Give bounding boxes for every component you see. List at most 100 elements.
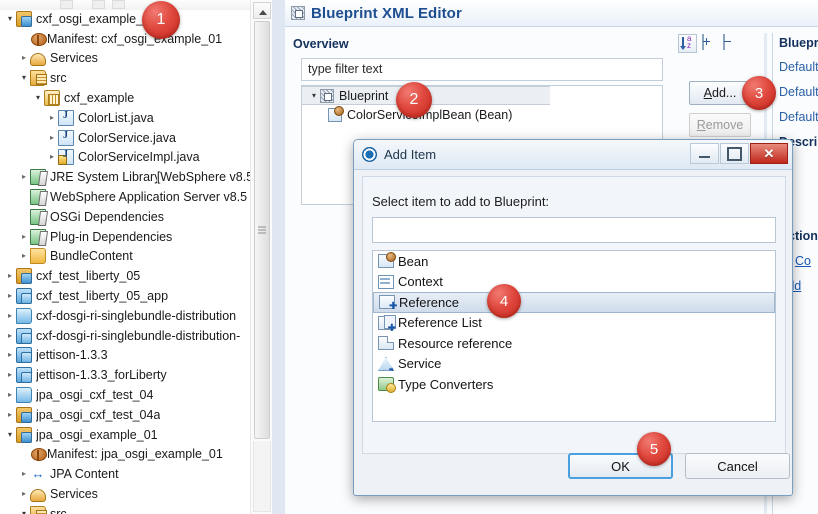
- chevron-right-icon[interactable]: ▸: [18, 232, 30, 241]
- chevron-right-icon[interactable]: ▸: [46, 133, 58, 142]
- collapse-all-button[interactable]: [720, 34, 739, 53]
- tree-item[interactable]: ▸ ColorList.java: [0, 108, 250, 128]
- tree-item[interactable]: ▸ cxf_test_liberty_05_app: [0, 286, 250, 306]
- item-type-label: Type Converters: [398, 376, 494, 392]
- chevron-right-icon[interactable]: ▸: [18, 470, 30, 478]
- chevron-down-icon[interactable]: ▾: [18, 509, 30, 514]
- item-name-input[interactable]: [372, 217, 776, 243]
- tree-item-label: jpa_osgi_example_01: [36, 427, 158, 442]
- screen-root: ▾ cxf_osgi_example_01 Manifest: cxf_osgi_e…: [0, 0, 818, 514]
- bean-icon: [378, 252, 396, 269]
- overview-toolbar: [678, 33, 754, 54]
- tree-item[interactable]: ▾ cxf_osgi_example_01: [0, 9, 250, 29]
- annotation-badge-1: 1: [142, 1, 180, 39]
- component-link[interactable]: Co: [795, 254, 811, 268]
- chevron-right-icon[interactable]: ▸: [4, 410, 16, 419]
- services-icon: [30, 488, 46, 502]
- tree-item[interactable]: ▾ jpa_osgi_example_01: [0, 425, 250, 445]
- package-icon: [44, 90, 60, 107]
- cancel-button[interactable]: Cancel: [685, 453, 790, 479]
- item-type-option[interactable]: Context: [373, 272, 775, 293]
- item-type-option[interactable]: Bean: [373, 251, 775, 272]
- plus-icon: [702, 34, 704, 50]
- tree-item-label: cxf_example: [64, 91, 135, 106]
- sort-alphabetically-button[interactable]: [678, 34, 697, 53]
- item-type-label: Reference List: [398, 315, 482, 331]
- tree-item[interactable]: ▸ jettison-1.3.3_forLiberty: [0, 365, 250, 385]
- tree-item[interactable]: ▸ cxf-dosgi-ri-singlebundle-distribution: [0, 306, 250, 326]
- item-type-list[interactable]: Bean Context Reference Reference List Resour…: [372, 250, 776, 422]
- tree-item[interactable]: ▸ ↔ JPA Content: [0, 464, 250, 484]
- item-type-option[interactable]: Service: [373, 354, 775, 375]
- chevron-down-icon[interactable]: ▾: [4, 14, 16, 23]
- chevron-right-icon[interactable]: ▸: [18, 173, 30, 181]
- chevron-right-icon[interactable]: ▸: [4, 272, 16, 280]
- chevron-right-icon[interactable]: ▸: [4, 391, 16, 399]
- tree-item-label: Manifest: jpa_osgi_example_01: [47, 447, 223, 462]
- item-type-label: Service: [398, 356, 442, 372]
- chevron-right-icon[interactable]: ▸: [18, 252, 30, 260]
- explorer-vertical-scrollbar[interactable]: [250, 0, 272, 514]
- source-folder-icon: [30, 505, 47, 514]
- tree-item[interactable]: ▸ ColorService.java: [0, 128, 250, 148]
- maximize-button[interactable]: [720, 143, 749, 164]
- remove-button: Remove: [689, 113, 751, 137]
- chevron-down-icon[interactable]: ▾: [18, 74, 30, 82]
- scrollbar-track[interactable]: [253, 441, 271, 512]
- tree-item[interactable]: ▾ cxf_example: [0, 88, 250, 108]
- tree-item[interactable]: Manifest: jpa_osgi_example_01: [0, 445, 250, 465]
- tree-item-label: cxf_test_liberty_05: [36, 269, 141, 284]
- tree-item[interactable]: WebSphere Application Server v8.5: [0, 187, 250, 207]
- tree-item-label: JRE System Library: [50, 170, 157, 185]
- chevron-right-icon[interactable]: ▸: [4, 371, 16, 379]
- tree-item-label: jettison-1.3.3_forLiberty: [36, 368, 167, 383]
- chevron-down-icon[interactable]: ▾: [4, 430, 16, 439]
- tree-item[interactable]: ▸ cxf-dosgi-ri-singlebundle-distribution-: [0, 326, 250, 346]
- tree-item[interactable]: ▸ jpa_osgi_cxf_test_04: [0, 385, 250, 405]
- sash-divider[interactable]: [272, 0, 285, 514]
- chevron-down-icon[interactable]: ▾: [32, 94, 44, 102]
- tree-item[interactable]: ▸ jettison-1.3.3: [0, 346, 250, 366]
- tree-item[interactable]: Manifest: cxf_osgi_example_01: [0, 29, 250, 49]
- expand-all-button[interactable]: [699, 34, 718, 53]
- chevron-right-icon[interactable]: ▸: [4, 311, 16, 320]
- chevron-down-icon[interactable]: ▾: [308, 91, 320, 100]
- tree-item[interactable]: ▾ src: [0, 504, 250, 514]
- item-type-option[interactable]: Type Converters: [373, 374, 775, 395]
- tree-item[interactable]: ▾ src: [0, 68, 250, 88]
- tree-item[interactable]: ▸ BundleContent: [0, 247, 250, 267]
- tree-item[interactable]: ▸ Services: [0, 49, 250, 69]
- tree-item[interactable]: ▸ Services: [0, 484, 250, 504]
- tree-item[interactable]: ▸ ColorServiceImpl.java: [0, 148, 250, 168]
- overview-tree-item-label: Blueprint: [339, 88, 389, 103]
- item-type-option[interactable]: Reference List: [373, 313, 775, 334]
- explorer-tree[interactable]: ▾ cxf_osgi_example_01 Manifest: cxf_osgi_e…: [0, 9, 250, 514]
- resource-reference-icon: [378, 336, 394, 351]
- minimize-button[interactable]: [690, 143, 719, 164]
- dialog-title-bar[interactable]: Add Item: [354, 140, 792, 170]
- scroll-up-arrow-icon[interactable]: [253, 2, 271, 19]
- overview-tree-item-bean[interactable]: ColorServiceImplBean (Bean): [302, 105, 662, 124]
- chevron-right-icon[interactable]: ▸: [46, 113, 58, 122]
- tree-item[interactable]: ▸ jpa_osgi_cxf_test_04a: [0, 405, 250, 425]
- chevron-right-icon[interactable]: ▸: [18, 54, 30, 62]
- chevron-right-icon[interactable]: ▸: [4, 292, 16, 300]
- filter-input[interactable]: type filter text: [301, 58, 663, 81]
- item-type-option[interactable]: Reference: [373, 292, 775, 313]
- chevron-right-icon[interactable]: ▸: [18, 490, 30, 498]
- tree-item[interactable]: ▸ cxf_test_liberty_05: [0, 266, 250, 286]
- tree-item[interactable]: ▸ Plug-in Dependencies: [0, 227, 250, 247]
- chevron-right-icon[interactable]: ▸: [4, 331, 16, 340]
- chevron-right-icon[interactable]: ▸: [4, 351, 16, 359]
- item-type-label: Resource reference: [398, 335, 513, 351]
- item-type-option[interactable]: Resource reference: [373, 333, 775, 354]
- folder-blue-icon: [16, 387, 32, 404]
- details-line-2: Default: [779, 85, 818, 99]
- tree-item-label: ColorList.java: [78, 110, 154, 125]
- tree-item[interactable]: OSGi Dependencies: [0, 207, 250, 227]
- chevron-right-icon[interactable]: ▸: [46, 153, 58, 161]
- close-button[interactable]: [750, 143, 788, 164]
- scrollbar-thumb[interactable]: [254, 21, 270, 439]
- blueprint-icon: [320, 88, 334, 103]
- tree-item[interactable]: ▸ JRE System Library [WebSphere v8.5: [0, 167, 250, 187]
